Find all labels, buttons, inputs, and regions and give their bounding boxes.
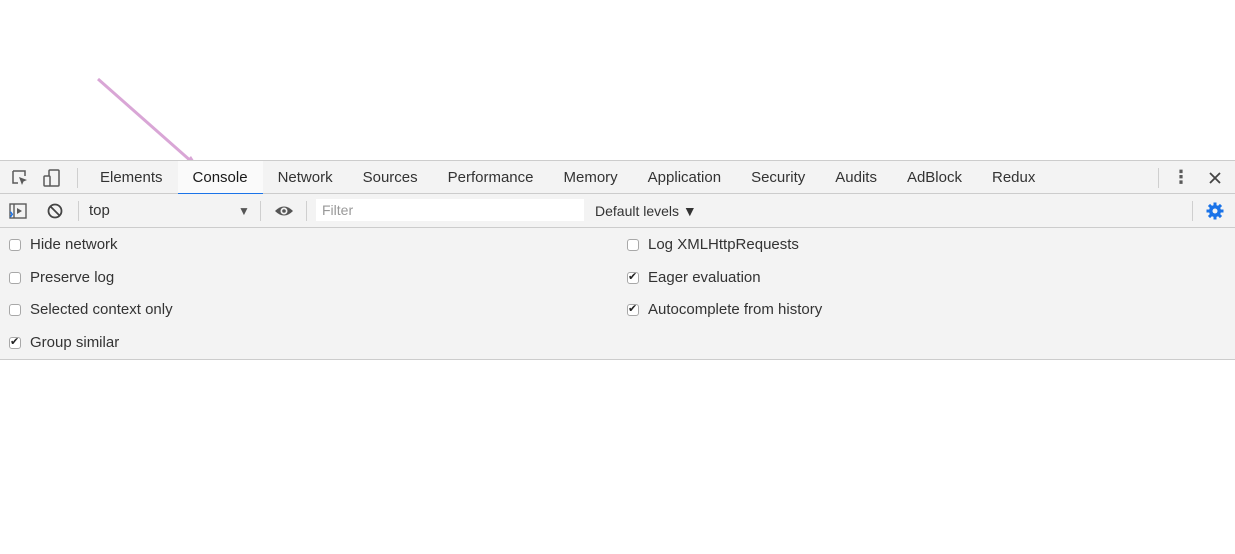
- tab-memory[interactable]: Memory: [549, 161, 633, 194]
- setting-group-similar[interactable]: Group similar: [9, 334, 119, 351]
- clear-console-icon[interactable]: [45, 201, 65, 221]
- context-dropdown-icon[interactable]: ▼: [238, 204, 250, 218]
- setting-label: Autocomplete from history: [648, 301, 823, 318]
- context-selector[interactable]: top: [89, 202, 110, 219]
- toolbar-separator: [77, 168, 78, 188]
- live-expression-eye-icon[interactable]: [274, 201, 294, 221]
- setting-label: Eager evaluation: [648, 269, 761, 286]
- console-prompt[interactable]: ›: [9, 205, 14, 221]
- setting-label: Preserve log: [30, 269, 115, 286]
- tab-sources[interactable]: Sources: [348, 161, 433, 194]
- tab-redux[interactable]: Redux: [977, 161, 1050, 194]
- close-icon[interactable]: [1205, 168, 1225, 188]
- console-settings-panel: Hide network Preserve log Selected context…: [0, 228, 1235, 360]
- tab-adblock[interactable]: AdBlock: [892, 161, 977, 194]
- checkbox[interactable]: [627, 270, 639, 284]
- tab-elements[interactable]: Elements: [85, 161, 178, 194]
- checkbox[interactable]: [627, 238, 639, 251]
- more-options-icon[interactable]: ⋮: [1171, 167, 1191, 188]
- checkbox[interactable]: [627, 302, 639, 316]
- checkbox[interactable]: [9, 303, 21, 316]
- toolbar-separator: [260, 201, 261, 221]
- toolbar-separator: [306, 201, 307, 221]
- checkbox[interactable]: [9, 335, 21, 349]
- checkbox[interactable]: [9, 238, 21, 251]
- filter-placeholder: Filter: [322, 202, 354, 218]
- console-toolbar: top ▼ Filter Default levels ▼: [0, 194, 1235, 228]
- checkbox[interactable]: [9, 271, 21, 284]
- tab-strip: Elements Console Network Sources Performance…: [85, 161, 1050, 195]
- setting-label: Group similar: [30, 334, 120, 351]
- log-levels-dropdown[interactable]: Default levels ▼: [595, 203, 697, 219]
- setting-label: Selected context only: [30, 301, 173, 318]
- devtools-tabbar: Elements Console Network Sources Performance…: [0, 160, 1235, 195]
- tab-console[interactable]: Console: [177, 161, 263, 195]
- tab-security[interactable]: Security: [736, 161, 820, 194]
- inspect-element-icon[interactable]: [10, 168, 30, 188]
- tab-performance[interactable]: Performance: [433, 161, 549, 194]
- tab-audits[interactable]: Audits: [820, 161, 892, 194]
- filter-input[interactable]: Filter: [316, 199, 584, 221]
- toolbar-separator: [78, 201, 79, 221]
- setting-preserve-log[interactable]: Preserve log: [9, 269, 114, 286]
- devtools-panel: Elements Console Network Sources Performance…: [0, 160, 1235, 360]
- setting-label: Hide network: [30, 236, 118, 253]
- setting-selected-context-only[interactable]: Selected context only: [9, 301, 173, 318]
- tabbar-right-tools: ⋮: [1158, 161, 1235, 194]
- tab-network[interactable]: Network: [263, 161, 348, 194]
- setting-autocomplete-from-history[interactable]: Autocomplete from history: [627, 301, 822, 318]
- device-toolbar-icon[interactable]: [42, 168, 62, 188]
- setting-eager-evaluation[interactable]: Eager evaluation: [627, 269, 761, 286]
- console-settings-gear-icon[interactable]: [1205, 201, 1225, 221]
- toolbar-separator: [1158, 167, 1159, 188]
- setting-label: Log XMLHttpRequests: [648, 236, 799, 253]
- setting-hide-network[interactable]: Hide network: [9, 236, 118, 253]
- tab-application[interactable]: Application: [633, 161, 736, 194]
- setting-log-xmlhttprequests[interactable]: Log XMLHttpRequests: [627, 236, 799, 253]
- toolbar-separator: [1192, 201, 1193, 221]
